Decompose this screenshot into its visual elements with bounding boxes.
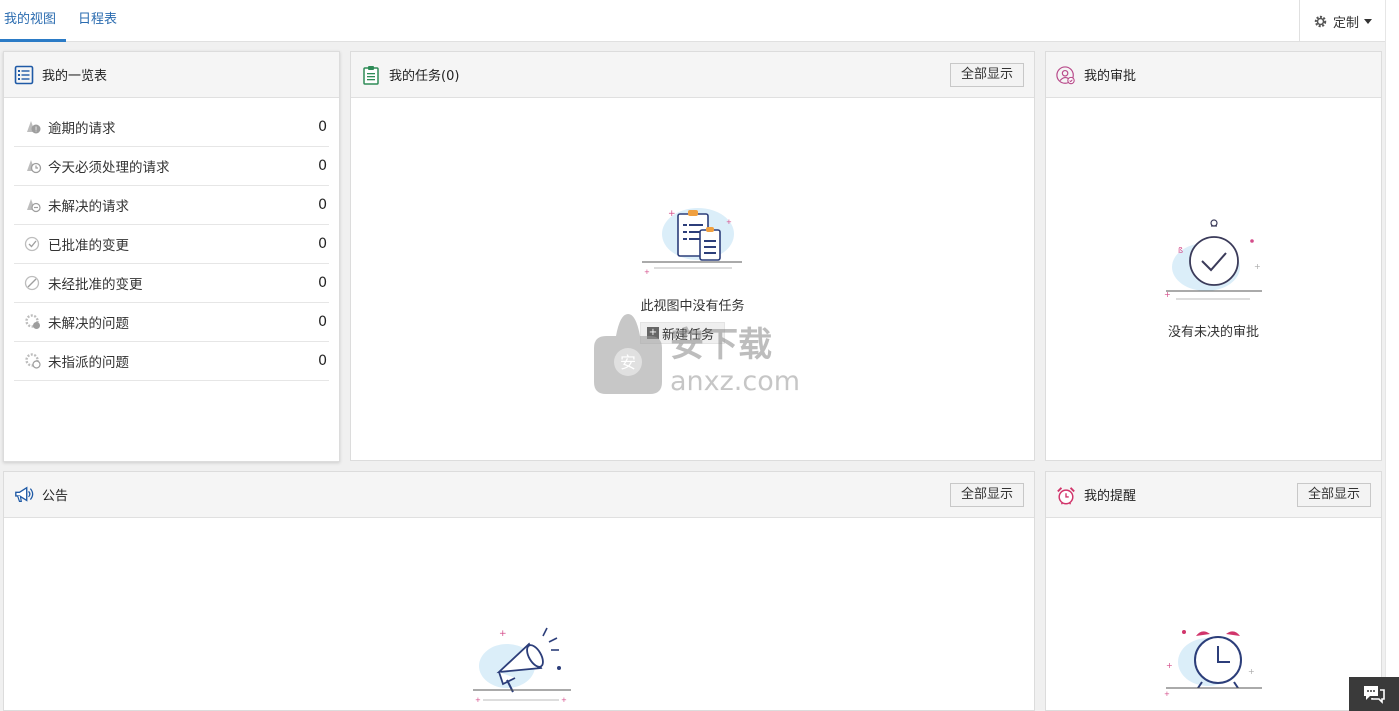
summary-panel: 我的一览表 ! 逾期的请求 0 今天必须处理的请求 0 未解决的请求 0 已批准…: [3, 51, 340, 462]
approval-panel-header: 我的审批: [1046, 52, 1381, 98]
tasks-show-all-button[interactable]: 全部显示: [949, 63, 1024, 87]
svg-text:+: +: [668, 209, 676, 219]
svg-text:+: +: [726, 218, 732, 226]
top-tab-bar: 我的视图 日程表 定制: [0, 0, 1399, 42]
summary-row-open-requests[interactable]: 未解决的请求 0: [14, 186, 329, 225]
empty-approval-illustration: ß + +: [1164, 219, 1262, 300]
change-unapproved-icon: [24, 275, 40, 291]
svg-text:+: +: [475, 696, 481, 704]
list-icon: [14, 65, 34, 85]
change-approved-icon: [24, 236, 40, 252]
svg-text:+: +: [1254, 262, 1261, 271]
empty-reminders-illustration: + + +: [1164, 630, 1262, 698]
summary-row-unapproved-changes[interactable]: 未经批准的变更 0: [14, 264, 329, 303]
chat-bubble-icon: [1364, 686, 1385, 704]
watermark-logo: 安 安下载 anxz.com: [594, 314, 800, 397]
approval-empty-text: 没有未决的审批: [1167, 325, 1259, 340]
customize-label: 定制: [1332, 15, 1359, 31]
svg-text:+: +: [1248, 667, 1255, 676]
problem-unassigned-icon: [25, 353, 41, 369]
tasks-title: 我的任务(0): [389, 69, 460, 84]
user-check-icon: [1056, 65, 1076, 85]
announcements-panel: 公告 全部显示 + + +: [3, 471, 1035, 711]
announcements-panel-header: 公告 全部显示: [4, 472, 1034, 518]
empty-announcements-illustration: + + +: [473, 627, 571, 704]
summary-row-approved-changes[interactable]: 已批准的变更 0: [14, 225, 329, 264]
tab-my-view[interactable]: 我的视图: [0, 0, 66, 42]
request-today-icon: [27, 160, 42, 174]
svg-text:+: +: [1164, 690, 1170, 698]
clipboard-icon: [361, 65, 381, 85]
summary-title: 我的一览表: [42, 69, 108, 84]
watermark-line2: anxz.com: [670, 366, 800, 397]
gear-icon: [1313, 14, 1328, 29]
approval-panel: 我的审批 ß + + 没有未决的审批: [1045, 51, 1382, 461]
reminders-panel: 我的提醒 全部显示 + + +: [1045, 471, 1382, 711]
svg-text:+: +: [499, 629, 507, 639]
svg-text:+: +: [561, 696, 567, 704]
vertical-scrollbar[interactable]: [1385, 0, 1399, 711]
announcements-title: 公告: [42, 489, 69, 504]
reminders-panel-header: 我的提醒 全部显示: [1046, 472, 1381, 518]
tasks-panel-header: 我的任务(0) 全部显示: [351, 52, 1034, 98]
reminders-show-all-button[interactable]: 全部显示: [1296, 483, 1371, 507]
tab-calendar[interactable]: 日程表: [78, 0, 117, 42]
svg-text:+: +: [644, 268, 650, 276]
summary-row-open-problems[interactable]: 未解决的问题 0: [14, 303, 329, 342]
svg-text:!: !: [35, 126, 38, 134]
approval-title: 我的审批: [1084, 69, 1137, 84]
empty-tasks-illustration: + + +: [642, 208, 742, 276]
summary-row-today[interactable]: 今天必须处理的请求 0: [14, 147, 329, 186]
reminders-title: 我的提醒: [1084, 489, 1137, 504]
chat-button[interactable]: [1349, 677, 1399, 711]
tasks-panel: 我的任务(0) 全部显示 + + + 此视图中没有任务 + 新建任务: [350, 51, 1035, 461]
chevron-down-icon: [1364, 18, 1372, 24]
summary-list: ! 逾期的请求 0 今天必须处理的请求 0 未解决的请求 0 已批准的变更 0 …: [14, 108, 329, 381]
watermark-line1: 安下载: [670, 325, 772, 365]
summary-row-unassigned-problems[interactable]: 未指派的问题 0: [14, 342, 329, 381]
svg-text:+: +: [1166, 661, 1173, 670]
request-open-icon: [27, 199, 41, 213]
customize-button[interactable]: 定制: [1299, 0, 1385, 42]
alarm-clock-icon: [1056, 485, 1076, 505]
watermark-badge: 安: [620, 353, 636, 372]
megaphone-icon: [14, 485, 34, 505]
summary-row-overdue[interactable]: ! 逾期的请求 0: [14, 108, 329, 147]
summary-panel-header: 我的一览表: [4, 52, 339, 98]
problem-open-icon: [25, 314, 40, 329]
announcements-show-all-button[interactable]: 全部显示: [949, 483, 1024, 507]
svg-text:ß: ß: [1178, 246, 1183, 255]
request-overdue-icon: !: [27, 121, 41, 134]
